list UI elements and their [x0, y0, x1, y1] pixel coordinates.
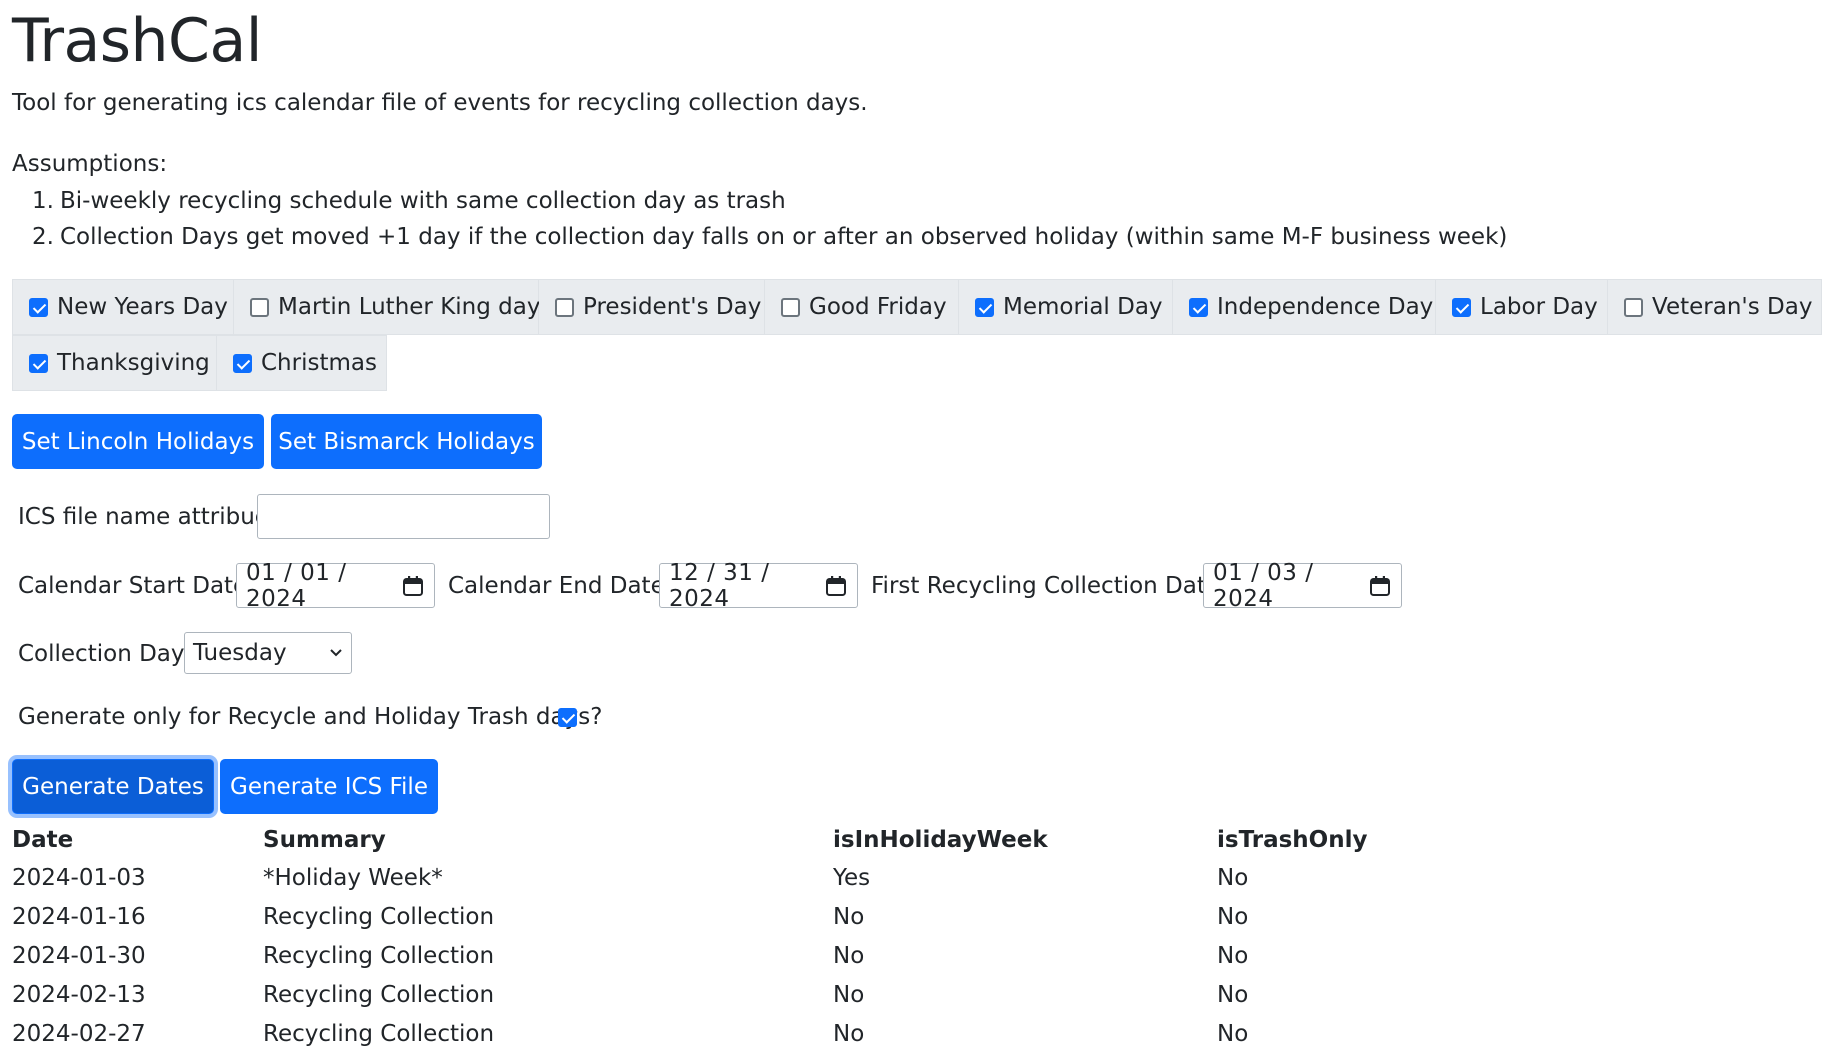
column-header-is-trash-only: isTrashOnly	[1217, 827, 1368, 853]
table-row: 2024-01-16 Recycling Collection No No	[12, 897, 1517, 936]
end-date-value: 12 / 31 / 2024	[669, 559, 770, 612]
set-lincoln-holidays-button[interactable]: Set Lincoln Holidays	[12, 414, 264, 469]
cell-is-trash-only: No	[1217, 981, 1249, 1008]
holiday-label: Thanksgiving	[57, 350, 210, 376]
cell-date: 2024-01-30	[12, 942, 146, 969]
dates-table: Date Summary isInHolidayWeek isTrashOnly…	[12, 822, 1517, 1053]
cell-is-in-holiday-week: No	[833, 903, 865, 930]
assumptions-list: 1. Bi-weekly recycling schedule with sam…	[12, 183, 1507, 255]
holiday-checkbox[interactable]	[1624, 297, 1643, 317]
holiday-checkbox[interactable]	[975, 297, 994, 317]
holiday-label: Veteran's Day	[1652, 294, 1813, 320]
cell-summary: Recycling Collection	[263, 981, 495, 1008]
holiday-option-president-s-day[interactable]: President's Day	[539, 279, 765, 335]
assumptions-heading: Assumptions:	[12, 151, 168, 177]
holiday-option-memorial-day[interactable]: Memorial Day	[959, 279, 1173, 335]
end-date-input[interactable]: 12 / 31 / 2024	[659, 560, 858, 612]
holiday-label: New Years Day	[57, 294, 228, 320]
holiday-label: Good Friday	[809, 294, 947, 320]
cell-is-trash-only: No	[1217, 864, 1249, 891]
cell-is-in-holiday-week: No	[833, 1020, 865, 1047]
cell-date: 2024-02-13	[12, 981, 146, 1008]
chevron-down-icon	[330, 649, 342, 657]
holiday-checkbox[interactable]	[29, 297, 48, 317]
holiday-label: Labor Day	[1480, 294, 1598, 320]
first-collection-date-value: 01 / 03 / 2024	[1213, 559, 1314, 612]
collection-day-label: Collection Day:	[18, 641, 191, 667]
cell-is-trash-only: No	[1217, 942, 1249, 969]
cell-is-in-holiday-week: No	[833, 942, 865, 969]
calendar-icon[interactable]	[1369, 575, 1391, 597]
holiday-option-christmas[interactable]: Christmas	[217, 335, 387, 391]
collection-day-select[interactable]: Tuesday	[184, 632, 352, 674]
start-date-input[interactable]: 01 / 01 / 2024	[236, 560, 435, 612]
page-description: Tool for generating ics calendar file of…	[12, 90, 868, 116]
assumption-text: Bi-weekly recycling schedule with same c…	[60, 188, 786, 214]
table-header-row: Date Summary isInHolidayWeek isTrashOnly	[12, 822, 1517, 858]
holiday-checkbox[interactable]	[29, 353, 48, 373]
holiday-option-new-years-day[interactable]: New Years Day	[12, 279, 234, 335]
cell-summary: *Holiday Week*	[263, 864, 443, 891]
start-date-value: 01 / 01 / 2024	[246, 559, 347, 612]
holiday-checkbox[interactable]	[1452, 297, 1471, 317]
assumption-text: Collection Days get moved +1 day if the …	[60, 224, 1508, 250]
cell-date: 2024-01-03	[12, 864, 146, 891]
cell-is-trash-only: No	[1217, 1020, 1249, 1047]
filename-input[interactable]	[257, 494, 550, 539]
first-collection-date-input[interactable]: 01 / 03 / 2024	[1203, 560, 1402, 612]
assumption-number: 2.	[32, 224, 54, 250]
holiday-label: President's Day	[583, 294, 762, 320]
end-date-label: Calendar End Date:	[448, 573, 673, 599]
holiday-row: Thanksgiving Christmas	[12, 335, 1822, 391]
holiday-checkbox[interactable]	[250, 297, 269, 317]
page-title: TrashCal	[12, 6, 262, 76]
table-row: 2024-01-03 *Holiday Week* Yes No	[12, 858, 1517, 897]
calendar-icon[interactable]	[402, 575, 424, 597]
holiday-row: New Years Day Martin Luther King day Presi…	[12, 279, 1822, 335]
table-row: 2024-02-27 Recycling Collection No No	[12, 1014, 1517, 1053]
collection-day-value: Tuesday	[193, 640, 287, 666]
cell-is-trash-only: No	[1217, 903, 1249, 930]
generate-dates-button[interactable]: Generate Dates	[12, 759, 214, 814]
holiday-option-martin-luther-king-day[interactable]: Martin Luther King day	[234, 279, 541, 335]
cell-date: 2024-01-16	[12, 903, 146, 930]
table-body: 2024-01-03 *Holiday Week* Yes No 2024-01-16 R…	[12, 858, 1517, 1053]
table-row: 2024-02-13 Recycling Collection No No	[12, 975, 1517, 1014]
recycle-only-label: Generate only for Recycle and Holiday Tr…	[18, 704, 603, 730]
holiday-label: Memorial Day	[1003, 294, 1163, 320]
filename-label: ICS file name attribue:	[18, 504, 277, 530]
set-bismarck-holidays-button[interactable]: Set Bismarck Holidays	[271, 414, 542, 469]
holiday-checkbox[interactable]	[781, 297, 800, 317]
cell-summary: Recycling Collection	[263, 1020, 495, 1047]
cell-summary: Recycling Collection	[263, 903, 495, 930]
first-collection-date-label: First Recycling Collection Date:	[871, 573, 1228, 599]
cell-is-in-holiday-week: Yes	[833, 864, 871, 891]
recycle-only-checkbox[interactable]	[558, 708, 577, 727]
holiday-option-good-friday[interactable]: Good Friday	[765, 279, 959, 335]
assumption-item: 2. Collection Days get moved +1 day if t…	[12, 219, 1507, 255]
column-header-summary: Summary	[263, 827, 386, 853]
holiday-label: Christmas	[261, 350, 377, 376]
cell-date: 2024-02-27	[12, 1020, 146, 1047]
column-header-is-in-holiday-week: isInHolidayWeek	[833, 827, 1048, 853]
calendar-icon[interactable]	[825, 575, 847, 597]
holiday-option-veteran-s-day[interactable]: Veteran's Day	[1608, 279, 1822, 335]
holiday-option-independence-day[interactable]: Independence Day	[1173, 279, 1436, 335]
cell-is-in-holiday-week: No	[833, 981, 865, 1008]
cell-summary: Recycling Collection	[263, 942, 495, 969]
generate-ics-file-button[interactable]: Generate ICS File	[220, 759, 438, 814]
start-date-label: Calendar Start Date:	[18, 573, 255, 599]
holiday-checkbox-grid: New Years Day Martin Luther King day Presi…	[12, 279, 1822, 391]
table-row: 2024-01-30 Recycling Collection No No	[12, 936, 1517, 975]
assumption-number: 1.	[32, 188, 54, 214]
holiday-option-labor-day[interactable]: Labor Day	[1436, 279, 1608, 335]
column-header-date: Date	[12, 827, 74, 853]
holiday-checkbox[interactable]	[555, 297, 574, 317]
holiday-label: Independence Day	[1217, 294, 1434, 320]
holiday-checkbox[interactable]	[1189, 297, 1208, 317]
holiday-option-thanksgiving[interactable]: Thanksgiving	[12, 335, 217, 391]
assumption-item: 1. Bi-weekly recycling schedule with sam…	[12, 183, 1507, 219]
holiday-label: Martin Luther King day	[278, 294, 541, 320]
holiday-checkbox[interactable]	[233, 353, 252, 373]
